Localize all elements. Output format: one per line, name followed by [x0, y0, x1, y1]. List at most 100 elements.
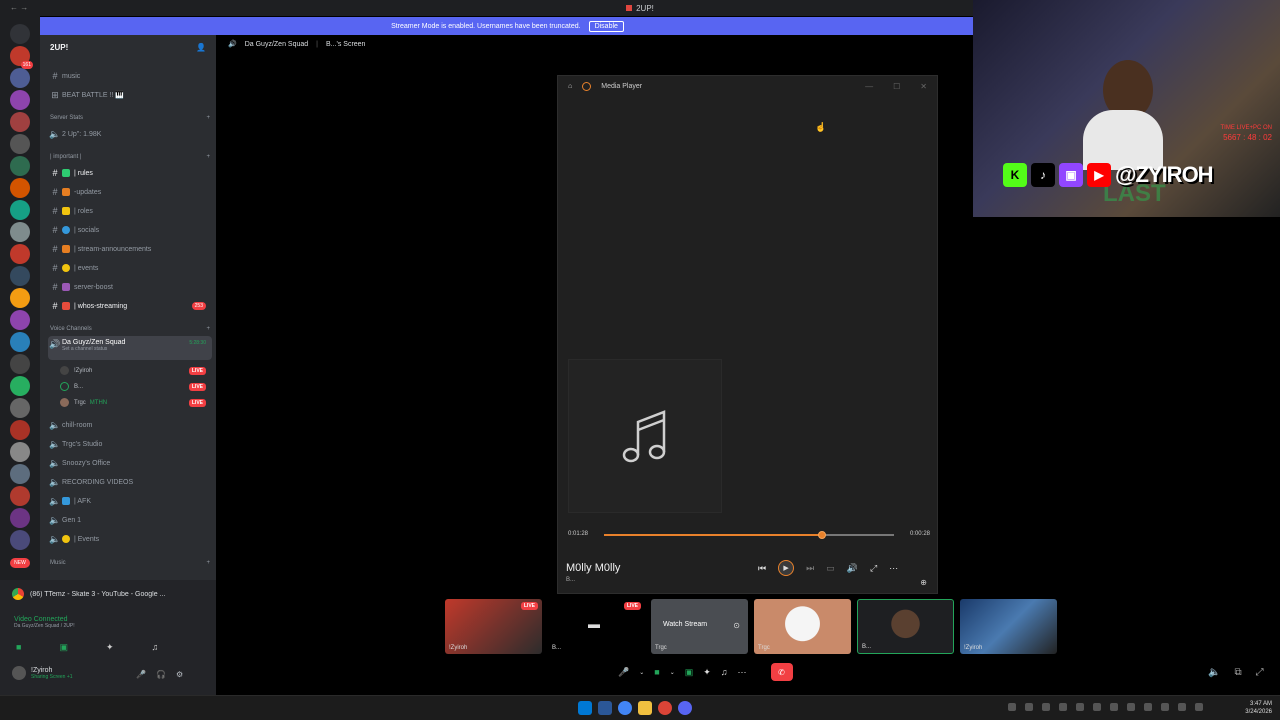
camera-icon[interactable]: ■ — [654, 667, 659, 677]
channel-server-boost[interactable]: # server-boost — [48, 278, 212, 296]
channel-events[interactable]: # | events — [48, 259, 212, 277]
more-options-icon[interactable]: ⋯ — [889, 563, 898, 574]
miniplayer-icon[interactable]: ▭ — [826, 563, 835, 574]
channel-socials[interactable]: # | socials — [48, 221, 212, 239]
volume-icon[interactable]: 🔊 — [847, 563, 858, 574]
category-server-stats[interactable]: Server Stats + — [50, 115, 210, 121]
category-music[interactable]: Music + — [50, 560, 210, 566]
server-icon[interactable] — [10, 508, 30, 528]
add-channel-icon[interactable]: + — [206, 115, 210, 121]
add-member-icon[interactable]: 👤 — [196, 43, 206, 52]
new-badge[interactable]: NEW — [10, 558, 30, 568]
add-channel-icon[interactable]: + — [206, 326, 210, 332]
voice-channel-events[interactable]: 🔈 | Events — [48, 530, 212, 548]
tray-icon[interactable] — [1110, 703, 1118, 711]
channel-beat-battle[interactable]: ⊞ BEAT BATTLE !! 🎹 — [48, 86, 212, 104]
play-button[interactable]: ▶ — [778, 560, 795, 576]
participant-tile[interactable]: Trgc — [754, 599, 851, 654]
clock[interactable]: 3:47 AM 3/24/2026 — [1245, 700, 1272, 716]
channel-updates[interactable]: # -updates — [48, 183, 212, 201]
server-icon[interactable] — [10, 464, 30, 484]
task-view-icon[interactable] — [598, 701, 612, 715]
add-channel-icon[interactable]: + — [206, 560, 210, 566]
channel-stats[interactable]: 🔈 2 Up": 1.98K — [48, 125, 212, 143]
participant-tile[interactable]: LIVE ▬ B... — [548, 599, 645, 654]
back-arrow-icon[interactable]: ← → — [10, 3, 28, 12]
previous-icon[interactable]: ⏮ — [758, 563, 766, 574]
server-icon[interactable] — [10, 486, 30, 506]
watch-stream-button[interactable]: Watch Stream — [663, 621, 707, 628]
home-icon[interactable] — [10, 24, 30, 44]
server-icon[interactable] — [10, 200, 30, 220]
voice-user[interactable]: Trgc MTHN LIVE — [60, 395, 210, 410]
popout-icon[interactable]: ⧉ — [1234, 667, 1241, 678]
more-options-icon[interactable]: ⋯ — [738, 667, 747, 678]
server-icon[interactable] — [10, 156, 30, 176]
tray-icon[interactable] — [1195, 703, 1203, 711]
voice-user[interactable]: !Zyiroh LIVE — [60, 363, 210, 378]
server-icon[interactable] — [10, 420, 30, 440]
chrome-icon[interactable] — [658, 701, 672, 715]
fullscreen-icon[interactable]: ⤢ — [1256, 667, 1264, 678]
camera-icon[interactable]: ■ — [16, 642, 21, 653]
server-icon[interactable] — [10, 266, 30, 286]
server-icon[interactable] — [10, 112, 30, 132]
server-icon[interactable] — [10, 178, 30, 198]
participant-tile[interactable]: Watch Stream ⊙ Trgc — [651, 599, 748, 654]
zoom-icon[interactable]: ⊕ — [920, 578, 927, 587]
tray-icon[interactable] — [1144, 703, 1152, 711]
server-icon[interactable] — [10, 90, 30, 110]
account-row[interactable]: !Zyiroh Sharing Screen +1 — [12, 666, 73, 680]
mic-icon[interactable]: 🎤 — [136, 670, 146, 679]
tray-icon[interactable] — [1042, 703, 1050, 711]
voice-user[interactable]: B... LIVE — [60, 379, 210, 394]
tray-icon[interactable] — [1093, 703, 1101, 711]
channel-music[interactable]: # music — [48, 67, 212, 85]
voice-channel-afk[interactable]: 🔈 | AFK — [48, 492, 212, 510]
file-explorer-icon[interactable] — [638, 701, 652, 715]
server-icon[interactable] — [10, 288, 30, 308]
activity-row[interactable]: (86) TTemz - Skate 3 - YouTube - Google … — [12, 588, 208, 600]
activity-icon[interactable]: ✦ — [703, 667, 711, 678]
mic-icon[interactable]: 🎤 — [618, 667, 629, 678]
activity-icon[interactable]: ✦ — [106, 642, 114, 653]
seek-bar[interactable]: 0:01:28 0:00:28 — [568, 528, 930, 542]
voice-channel-recording[interactable]: 🔈 RECORDING VIDEOS — [48, 473, 212, 491]
start-icon[interactable] — [578, 701, 592, 715]
tray-icon[interactable] — [1161, 703, 1169, 711]
chevron-down-icon[interactable]: ⌄ — [670, 669, 675, 676]
channel-status[interactable]: Set a channel status — [62, 346, 125, 352]
disable-button[interactable]: Disable — [588, 20, 624, 32]
stage-channel-name[interactable]: Da Guyz/Zen Squad — [245, 41, 308, 48]
chevron-down-icon[interactable]: ⌄ — [639, 669, 644, 676]
server-icon[interactable] — [10, 310, 30, 330]
soundboard-icon[interactable]: ♫ — [721, 667, 728, 677]
tray-icon[interactable] — [1127, 703, 1135, 711]
server-icon[interactable] — [10, 222, 30, 242]
server-icon[interactable] — [10, 442, 30, 462]
category-voice[interactable]: Voice Channels + — [50, 326, 210, 332]
tray-icon[interactable] — [1059, 703, 1067, 711]
headphones-icon[interactable]: 🎧 — [156, 670, 166, 679]
chrome-icon[interactable] — [618, 701, 632, 715]
stage-screen-name[interactable]: B...'s Screen — [326, 41, 365, 48]
seek-handle[interactable] — [817, 531, 826, 539]
volume-icon[interactable]: 🔈 — [1208, 667, 1220, 678]
participant-tile[interactable]: B... — [857, 599, 954, 654]
discord-icon[interactable] — [678, 701, 692, 715]
channel-roles[interactable]: # | roles — [48, 202, 212, 220]
maximize-icon[interactable]: ☐ — [893, 82, 900, 91]
server-icon[interactable] — [10, 134, 30, 154]
category-important[interactable]: | important | + — [50, 154, 210, 160]
server-icon[interactable] — [10, 354, 30, 374]
add-channel-icon[interactable]: + — [206, 154, 210, 160]
voice-channel-trgc[interactable]: 🔈 Trgc's Studio — [48, 435, 212, 453]
screen-share-icon[interactable]: ▣ — [59, 642, 68, 653]
fullscreen-icon[interactable]: ⤢ — [870, 563, 877, 574]
voice-channel-squad[interactable]: 🔊 Da Guyz/Zen Squad Set a channel status… — [48, 336, 212, 360]
server-icon[interactable] — [10, 68, 30, 88]
server-icon[interactable] — [10, 244, 30, 264]
view-icon[interactable]: ⊙ — [733, 621, 740, 630]
server-header[interactable]: 2UP! 👤 — [40, 35, 216, 59]
server-icon[interactable] — [10, 398, 30, 418]
